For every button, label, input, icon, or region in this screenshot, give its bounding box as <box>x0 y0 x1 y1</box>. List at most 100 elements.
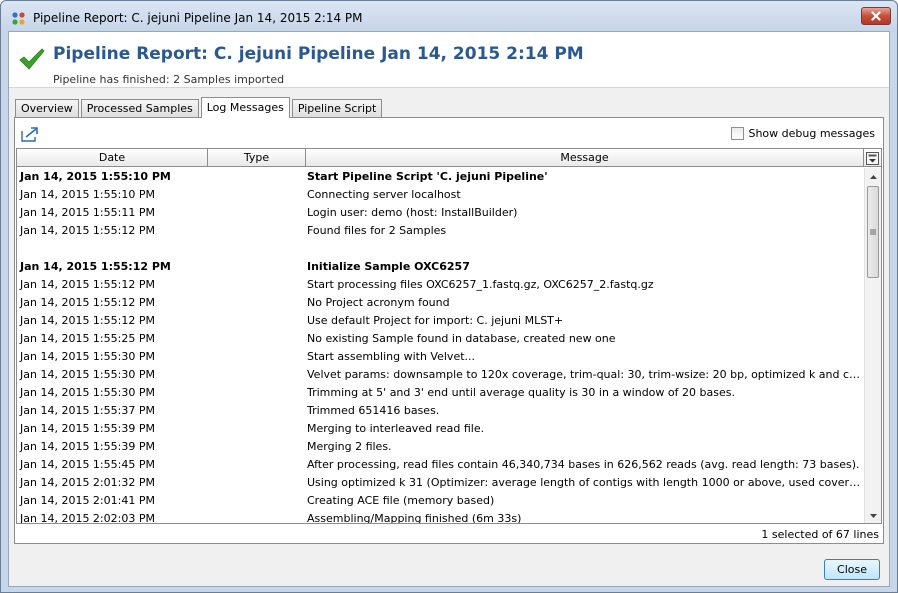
arrow-down-icon <box>869 513 877 518</box>
row-message-cell: Merging to interleaved read file. <box>307 422 485 435</box>
row-type-cell <box>208 510 306 523</box>
scroll-down-button[interactable] <box>865 507 881 523</box>
table-header: Date Type Message <box>17 149 881 167</box>
table-row[interactable]: Jan 14, 2015 1:55:12 PM No Project acrony… <box>17 294 865 312</box>
row-date-cell: Jan 14, 2015 1:55:30 PM <box>20 368 155 381</box>
table-row[interactable]: Jan 14, 2015 1:55:10 PM Start Pipeline Sc… <box>17 168 865 186</box>
row-type-cell <box>208 186 306 204</box>
row-type-cell <box>208 258 306 276</box>
close-icon <box>871 11 881 21</box>
close-button[interactable]: Close <box>824 559 880 580</box>
row-date-cell: Jan 14, 2015 1:55:10 PM <box>20 170 171 183</box>
row-message-cell: Trimmed 651416 bases. <box>307 404 440 417</box>
scroll-up-button[interactable] <box>865 168 881 185</box>
row-message-cell: Using optimized k 31 (Optimizer: average… <box>307 476 865 489</box>
row-message-cell: Creating ACE file (memory based) <box>307 494 495 507</box>
row-type-cell <box>208 240 306 258</box>
table-body: Jan 14, 2015 1:55:10 PM Start Pipeline Sc… <box>17 168 865 524</box>
row-type-cell <box>208 204 306 222</box>
table-row[interactable]: Jan 14, 2015 2:01:32 PM Using optimized k… <box>17 474 865 492</box>
row-date-cell: Jan 14, 2015 1:55:37 PM <box>20 404 155 417</box>
row-message-cell: Connecting server localhost <box>307 188 461 201</box>
tab-processed-samples[interactable]: Processed Samples <box>80 99 199 118</box>
row-message-cell: Start assembling with Velvet... <box>307 350 476 363</box>
row-date-cell: Jan 14, 2015 1:55:12 PM <box>20 296 155 309</box>
table-row[interactable]: Jan 14, 2015 1:55:10 PM Connecting server… <box>17 186 865 204</box>
table-row[interactable]: Jan 14, 2015 1:55:37 PM Trimmed 651416 ba… <box>17 402 865 420</box>
row-type-cell <box>208 276 306 294</box>
log-messages-panel: Show debug messages Date Type Message Ja… <box>14 117 884 544</box>
row-date-cell: Jan 14, 2015 1:55:11 PM <box>20 206 155 219</box>
column-menu-icon <box>866 151 879 165</box>
row-type-cell <box>208 456 306 474</box>
table-row[interactable]: Jan 14, 2015 1:55:12 PM Use default Proje… <box>17 312 865 330</box>
vertical-scrollbar[interactable] <box>864 168 881 523</box>
log-table: Date Type Message Jan 14, 2015 1:55:10 P… <box>16 148 882 524</box>
row-type-cell <box>208 492 306 510</box>
row-message-cell: After processing, read files contain 46,… <box>307 458 860 471</box>
table-row[interactable]: Jan 14, 2015 1:55:11 PM Login user: demo … <box>17 204 865 222</box>
report-title: Pipeline Report: C. jejuni Pipeline Jan … <box>53 44 584 64</box>
table-row[interactable]: Jan 14, 2015 1:55:39 PM Merging to interl… <box>17 420 865 438</box>
row-type-cell <box>208 348 306 366</box>
tab-pipeline-script[interactable]: Pipeline Script <box>291 99 383 118</box>
table-row[interactable]: Jan 14, 2015 1:55:12 PM Initialize Sample… <box>17 258 865 276</box>
table-row[interactable]: Jan 14, 2015 1:55:12 PM Found files for 2… <box>17 222 865 240</box>
row-date-cell: Jan 14, 2015 2:01:41 PM <box>20 494 155 507</box>
row-type-cell <box>208 168 306 186</box>
row-type-cell <box>208 474 306 492</box>
tab-overview[interactable]: Overview <box>15 99 79 118</box>
row-date-cell: Jan 14, 2015 1:55:12 PM <box>20 260 171 273</box>
row-date-cell: Jan 14, 2015 1:55:12 PM <box>20 278 155 291</box>
row-message-cell: Login user: demo (host: InstallBuilder) <box>307 206 518 219</box>
row-date-cell: Jan 14, 2015 2:01:32 PM <box>20 476 155 489</box>
row-message-cell: Found files for 2 Samples <box>307 224 447 237</box>
row-message-cell: Assembling/Mapping finished (6m 33s) <box>307 512 522 524</box>
row-type-cell <box>208 438 306 456</box>
row-type-cell <box>208 312 306 330</box>
show-debug-messages[interactable]: Show debug messages <box>731 127 875 140</box>
row-type-cell <box>208 384 306 402</box>
row-date-cell: Jan 14, 2015 1:55:10 PM <box>20 188 155 201</box>
table-row[interactable]: Jan 14, 2015 1:55:30 PM Velvet params: do… <box>17 366 865 384</box>
row-message-cell: Merging 2 files. <box>307 440 392 453</box>
row-date-cell: Jan 14, 2015 2:02:03 PM <box>20 512 155 524</box>
column-chooser-button[interactable] <box>864 149 881 167</box>
debug-checkbox[interactable] <box>731 127 745 140</box>
tab-bar: Overview Processed Samples Log Messages … <box>15 97 384 118</box>
row-message-cell: Trimming at 5' and 3' end until average … <box>307 386 735 399</box>
window-title: Pipeline Report: C. jejuni Pipeline Jan … <box>33 11 363 25</box>
table-row[interactable]: Jan 14, 2015 1:55:45 PM After processing,… <box>17 456 865 474</box>
scroll-thumb[interactable] <box>867 186 879 278</box>
row-date-cell: Jan 14, 2015 1:55:12 PM <box>20 314 155 327</box>
row-message-cell: Velvet params: downsample to 120x covera… <box>307 368 865 381</box>
table-row[interactable]: Jan 14, 2015 2:02:03 PM Assembling/Mappin… <box>17 510 865 524</box>
export-icon[interactable] <box>21 126 39 142</box>
column-header-date[interactable]: Date <box>17 149 208 167</box>
row-message-cell: Initialize Sample OXC6257 <box>307 260 470 273</box>
check-icon <box>19 48 45 70</box>
window-close-button[interactable] <box>861 7 891 25</box>
dialog-content: Pipeline Report: C. jejuni Pipeline Jan … <box>8 31 890 587</box>
table-row[interactable]: Jan 14, 2015 1:55:25 PM No existing Sampl… <box>17 330 865 348</box>
table-row[interactable]: Jan 14, 2015 1:55:30 PM Start assembling … <box>17 348 865 366</box>
row-type-cell <box>208 366 306 384</box>
row-date-cell: Jan 14, 2015 1:55:30 PM <box>20 386 155 399</box>
grip-icon <box>870 229 876 235</box>
title-bar[interactable]: Pipeline Report: C. jejuni Pipeline Jan … <box>1 1 897 31</box>
tab-log-messages[interactable]: Log Messages <box>200 97 290 118</box>
row-date-cell: Jan 14, 2015 1:55:39 PM <box>20 422 155 435</box>
row-date-cell <box>17 240 208 258</box>
app-icon <box>12 12 25 25</box>
table-row[interactable] <box>17 240 865 258</box>
table-row[interactable]: Jan 14, 2015 1:55:39 PM Merging 2 files. <box>17 438 865 456</box>
row-date-cell: Jan 14, 2015 1:55:39 PM <box>20 440 155 453</box>
arrow-up-icon <box>869 174 877 179</box>
column-header-message[interactable]: Message <box>306 149 864 167</box>
debug-label: Show debug messages <box>748 127 875 140</box>
table-row[interactable]: Jan 14, 2015 1:55:30 PM Trimming at 5' an… <box>17 384 865 402</box>
table-row[interactable]: Jan 14, 2015 2:01:41 PM Creating ACE file… <box>17 492 865 510</box>
table-row[interactable]: Jan 14, 2015 1:55:12 PM Start processing … <box>17 276 865 294</box>
column-header-type[interactable]: Type <box>208 149 306 167</box>
row-type-cell <box>208 402 306 420</box>
